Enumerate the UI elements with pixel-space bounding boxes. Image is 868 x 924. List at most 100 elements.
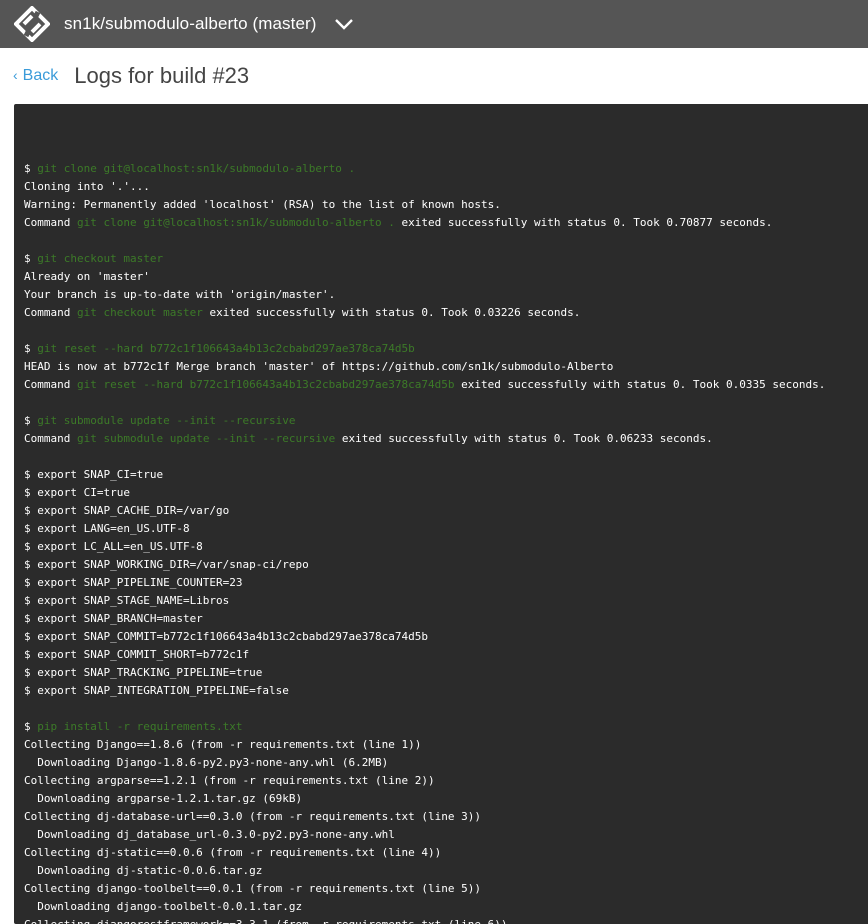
log-line: $ git checkout master <box>24 250 825 268</box>
chevron-down-icon[interactable] <box>333 13 355 35</box>
log-output-text: $ export SNAP_STAGE_NAME=Libros <box>24 594 230 607</box>
log-line: $ export SNAP_INTEGRATION_PIPELINE=false <box>24 682 825 700</box>
log-line: $ export SNAP_BRANCH=master <box>24 610 825 628</box>
log-command: git submodule update --init --recursive <box>76 432 336 445</box>
log-line: $ export LANG=en_US.UTF-8 <box>24 520 825 538</box>
log-line: $ git clone git@localhost:sn1k/submodulo… <box>24 160 825 178</box>
log-line: $ git submodule update --init --recursiv… <box>24 412 825 430</box>
log-output-text: Downloading dj_database_url-0.3.0-py2.py… <box>24 828 395 841</box>
log-prompt: $ <box>24 720 38 733</box>
repo-title: sn1k/submodulo-alberto (master) <box>64 14 317 33</box>
log-line: $ export SNAP_PIPELINE_COUNTER=23 <box>24 574 825 592</box>
log-line: $ pip install -r requirements.txt <box>24 718 825 736</box>
log-line: Collecting djangorestframework==3.3.1 (f… <box>24 916 825 924</box>
log-line: $ git reset --hard b772c1f106643a4b13c2c… <box>24 340 825 358</box>
log-output-text: Cloning into '.'... <box>24 180 150 193</box>
log-line: Your branch is up-to-date with 'origin/m… <box>24 286 825 304</box>
log-line: Cloning into '.'... <box>24 178 825 196</box>
snap-ci-logo-icon[interactable] <box>12 4 52 44</box>
log-prompt: $ <box>24 414 38 427</box>
log-output-text: Collecting argparse==1.2.1 (from -r requ… <box>24 774 435 787</box>
top-bar: sn1k/submodulo-alberto (master) <box>0 0 868 48</box>
log-line: $ export SNAP_TRACKING_PIPELINE=true <box>24 664 825 682</box>
log-line: Downloading django-toolbelt-0.0.1.tar.gz <box>24 898 825 916</box>
log-line: $ export SNAP_STAGE_NAME=Libros <box>24 592 825 610</box>
log-line: Collecting argparse==1.2.1 (from -r requ… <box>24 772 825 790</box>
log-command: git reset --hard b772c1f106643a4b13c2cba… <box>37 342 415 355</box>
log-line: Collecting django-toolbelt==0.0.1 (from … <box>24 880 825 898</box>
log-output-text: $ export SNAP_COMMIT=b772c1f106643a4b13c… <box>24 630 428 643</box>
log-result-prefix: Command <box>24 306 77 319</box>
log-output-text: Collecting dj-static==0.0.6 (from -r req… <box>24 846 442 859</box>
log-output-text: Collecting djangorestframework==3.3.1 (f… <box>24 918 507 924</box>
log-prompt: $ <box>24 162 38 175</box>
chevron-left-icon: ‹ <box>13 67 18 83</box>
log-line: Downloading dj_database_url-0.3.0-py2.py… <box>24 826 825 844</box>
log-result-text: exited successfully with status 0. Took … <box>454 378 826 391</box>
log-output-text: $ export SNAP_CI=true <box>24 468 164 481</box>
log-line: Downloading dj-static-0.0.6.tar.gz <box>24 862 825 880</box>
log-output-text: $ export SNAP_COMMIT_SHORT=b772c1f <box>24 648 250 661</box>
log-result-text: exited successfully with status 0. Took … <box>335 432 713 445</box>
log-command: git submodule update --init --recursive <box>37 414 296 427</box>
log-line: $ export SNAP_CI=true <box>24 466 825 484</box>
log-command: pip install -r requirements.txt <box>37 720 243 733</box>
log-line: $ export CI=true <box>24 484 825 502</box>
log-output-text: HEAD is now at b772c1f Merge branch 'mas… <box>24 360 614 373</box>
log-output-text: $ export SNAP_INTEGRATION_PIPELINE=false <box>24 684 289 697</box>
log-result-text: exited successfully with status 0. Took … <box>202 306 581 319</box>
log-line: $ export LC_ALL=en_US.UTF-8 <box>24 538 825 556</box>
build-log-console[interactable]: $ git clone git@localhost:sn1k/submodulo… <box>14 104 868 924</box>
log-output-text: Downloading Django-1.8.6-py2.py3-none-an… <box>24 756 389 769</box>
log-output-text: Warning: Permanently added 'localhost' (… <box>24 198 501 211</box>
log-line: Command git clone git@localhost:sn1k/sub… <box>24 214 825 232</box>
log-output-text: $ export LC_ALL=en_US.UTF-8 <box>24 540 203 553</box>
log-command: git reset --hard b772c1f106643a4b13c2cba… <box>76 378 455 391</box>
log-line: Collecting Django==1.8.6 (from -r requir… <box>24 736 825 754</box>
log-line: Downloading Django-1.8.6-py2.py3-none-an… <box>24 754 825 772</box>
log-result-prefix: Command <box>24 216 77 229</box>
log-output-text: $ export LANG=en_US.UTF-8 <box>24 522 190 535</box>
log-command: git checkout master <box>76 306 203 319</box>
log-line: Collecting dj-database-url==0.3.0 (from … <box>24 808 825 826</box>
page-title: Logs for build #23 <box>74 63 250 88</box>
log-line: Command git reset --hard b772c1f106643a4… <box>24 376 825 394</box>
log-prompt: $ <box>24 252 38 265</box>
log-output-text: Your branch is up-to-date with 'origin/m… <box>24 288 336 301</box>
log-command: git checkout master <box>37 252 164 265</box>
log-line: $ export SNAP_COMMIT_SHORT=b772c1f <box>24 646 825 664</box>
log-result-prefix: Command <box>24 378 77 391</box>
log-output-text: $ export SNAP_CACHE_DIR=/var/go <box>24 504 230 517</box>
log-command: git clone git@localhost:sn1k/submodulo-a… <box>76 216 395 229</box>
log-output-text: $ export SNAP_PIPELINE_COUNTER=23 <box>24 576 243 589</box>
back-link[interactable]: ‹ Back <box>13 67 58 85</box>
log-output-text: $ export SNAP_BRANCH=master <box>24 612 203 625</box>
back-label: Back <box>22 67 59 84</box>
log-result-text: exited successfully with status 0. Took … <box>394 216 773 229</box>
log-line: Command git checkout master exited succe… <box>24 304 825 322</box>
subheader: ‹ Back Logs for build #23 <box>0 48 868 104</box>
log-line: $ export SNAP_WORKING_DIR=/var/snap-ci/r… <box>24 556 825 574</box>
log-line: HEAD is now at b772c1f Merge branch 'mas… <box>24 358 825 376</box>
log-line: Already on 'master' <box>24 268 825 286</box>
log-line: $ export SNAP_COMMIT=b772c1f106643a4b13c… <box>24 628 825 646</box>
log-output-text: Collecting dj-database-url==0.3.0 (from … <box>24 810 481 823</box>
log-output-text: $ export SNAP_WORKING_DIR=/var/snap-ci/r… <box>24 558 309 571</box>
log-line: Command git submodule update --init --re… <box>24 430 825 448</box>
log-prompt: $ <box>24 342 38 355</box>
log-output-text: Collecting django-toolbelt==0.0.1 (from … <box>24 882 481 895</box>
log-output-text: Downloading dj-static-0.0.6.tar.gz <box>24 864 263 877</box>
log-output-text: Collecting Django==1.8.6 (from -r requir… <box>24 738 422 751</box>
log-result-prefix: Command <box>24 432 77 445</box>
log-output-text: Already on 'master' <box>24 270 150 283</box>
log-line: Downloading argparse-1.2.1.tar.gz (69kB) <box>24 790 825 808</box>
log-command: git clone git@localhost:sn1k/submodulo-a… <box>37 162 356 175</box>
log-line: $ export SNAP_CACHE_DIR=/var/go <box>24 502 825 520</box>
log-output: $ git clone git@localhost:sn1k/submodulo… <box>24 142 825 924</box>
